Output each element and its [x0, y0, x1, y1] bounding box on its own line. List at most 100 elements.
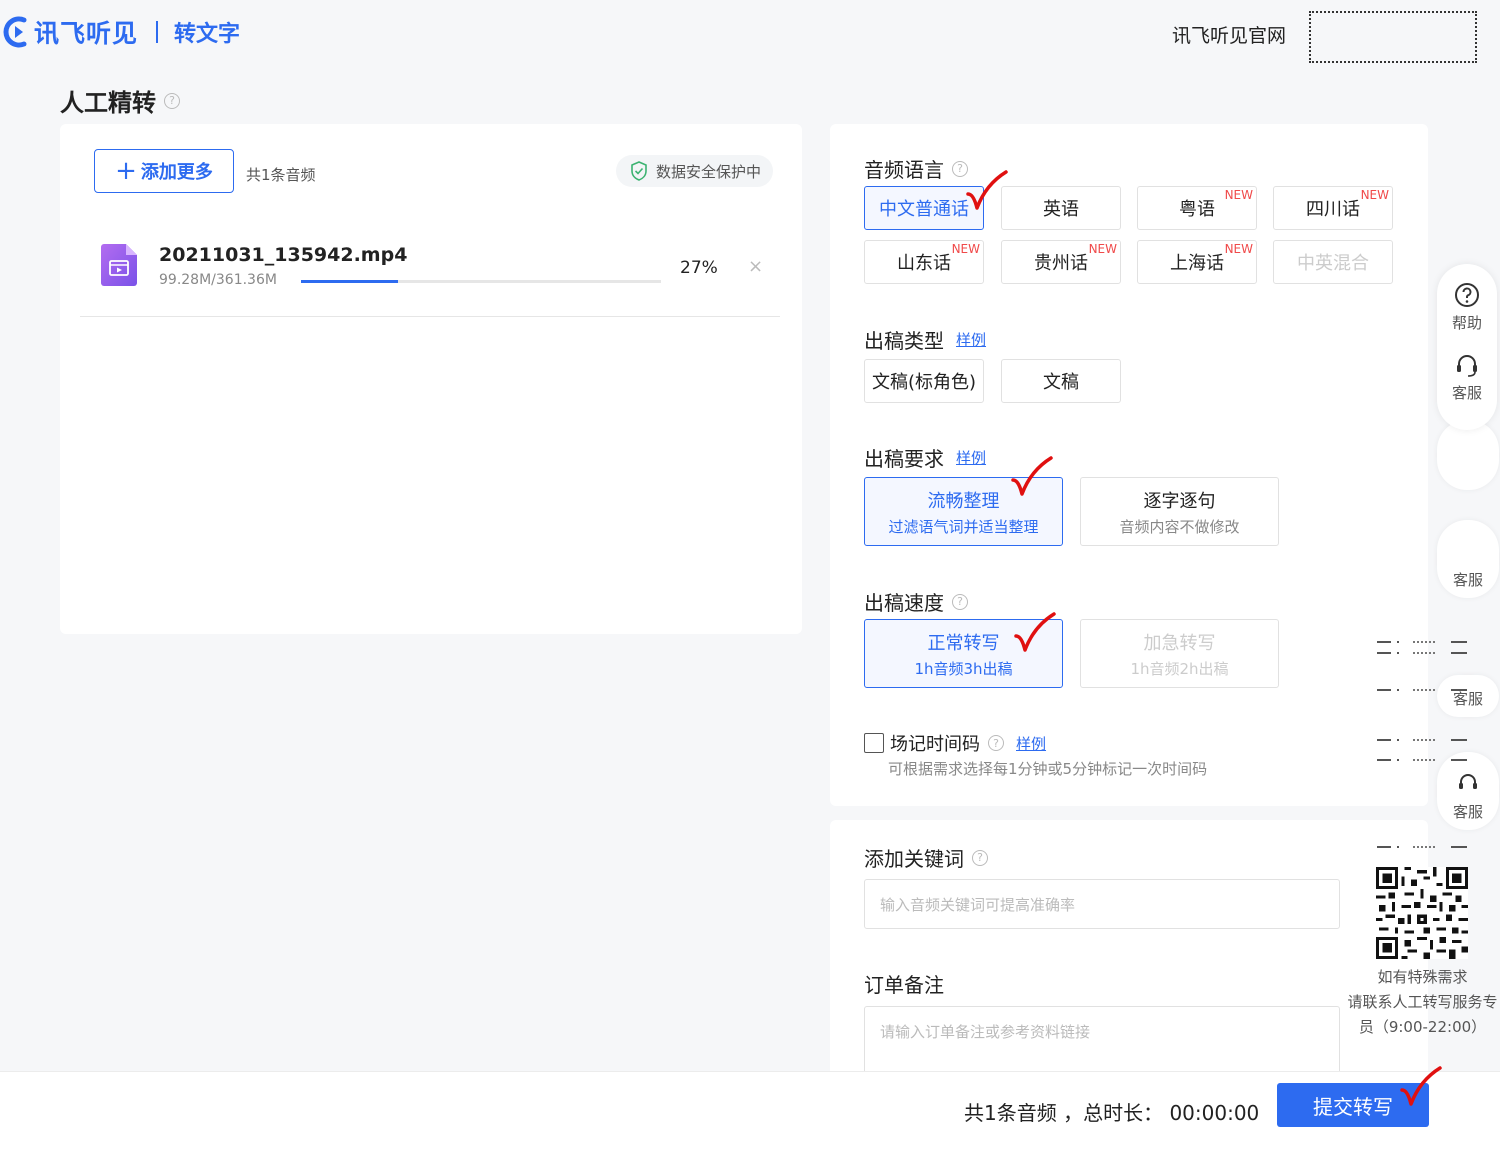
divider — [1377, 689, 1467, 691]
help-button[interactable]: 帮助 — [1437, 282, 1497, 333]
help-icon[interactable]: ? — [164, 92, 180, 109]
divider — [1377, 739, 1467, 741]
new-badge: NEW — [1224, 242, 1253, 256]
keywords-input[interactable]: 输入音频关键词可提高准确率 — [864, 879, 1340, 929]
submit-button[interactable]: 提交转写 — [1277, 1083, 1429, 1127]
new-badge: NEW — [951, 242, 980, 256]
help-icon[interactable]: ? — [952, 160, 968, 177]
lang-option-label: 四川话 — [1306, 199, 1360, 220]
lang-option-label: 中英混合 — [1297, 253, 1369, 274]
speed-normal[interactable]: 正常转写 1h音频3h出稿 — [864, 619, 1063, 688]
output-type-option-label: 文稿 — [1043, 372, 1079, 393]
page-title-text: 人工精转 — [60, 89, 156, 117]
timecode-checkbox[interactable] — [864, 733, 884, 753]
help-icon[interactable]: ? — [952, 593, 968, 610]
output-speed-label: 出稿速度 — [864, 591, 944, 615]
lang-option-sichuanese[interactable]: 四川话 NEW — [1273, 186, 1393, 230]
requirement-fluent[interactable]: 流畅整理 过滤语气词并适当整理 — [864, 477, 1063, 546]
header: 讯飞听见 转文字 讯飞听见官网 — [0, 0, 1500, 70]
service-button[interactable]: 客服 — [1437, 352, 1497, 403]
speed-urgent[interactable]: 加急转写 1h音频2h出稿 — [1080, 619, 1279, 688]
service-ghost-button[interactable]: 客服 — [1437, 752, 1499, 830]
security-badge: 数据安全保护中 — [616, 155, 774, 187]
output-type-label: 出稿类型 — [864, 329, 944, 353]
lang-option-label: 中文普通话 — [879, 199, 969, 220]
extra-panel: 添加关键词 ? 输入音频关键词可提高准确率 订单备注 请输入订单备注或参考资料链… — [830, 820, 1428, 1080]
service-ghost-button[interactable]: 客服 — [1437, 675, 1499, 717]
remove-file-icon[interactable]: × — [748, 256, 763, 277]
service-ghost-label: 客服 — [1452, 690, 1483, 708]
qr-code[interactable] — [1376, 867, 1468, 959]
lang-option-shandong[interactable]: 山东话 NEW — [864, 240, 984, 284]
option-title: 逐字逐句 — [1143, 490, 1216, 512]
file-item: 20211031_135942.mp4 99.28M/361.36M 27% × — [80, 216, 780, 317]
output-type-title: 出稿类型 样例 — [864, 325, 986, 354]
qr-caption-line: 请联系人工转写服务专 — [1347, 993, 1498, 1011]
headset-icon — [1457, 355, 1477, 377]
user-area[interactable] — [1309, 11, 1477, 63]
new-badge: NEW — [1088, 242, 1117, 256]
output-type-role[interactable]: 文稿(标角色) — [864, 359, 984, 403]
order-summary: 共1条音频 ，总时长： 00:00:00 — [964, 1101, 1260, 1125]
keywords-title: 添加关键词 ? — [864, 843, 988, 872]
shield-check-icon — [631, 161, 647, 181]
service-ghost-label: 客服 — [1452, 803, 1483, 821]
audio-count: 共1条音频 — [246, 166, 316, 184]
file-size: 99.28M/361.36M — [159, 272, 277, 288]
divider — [1377, 641, 1467, 643]
plus-icon: + — [115, 156, 137, 186]
lang-option-english[interactable]: 英语 — [1001, 186, 1121, 230]
output-requirement-sample-link[interactable]: 样例 — [956, 447, 986, 468]
upload-progress-fill — [301, 280, 399, 283]
lang-option-shanghainese[interactable]: 上海话 NEW — [1137, 240, 1257, 284]
option-title: 流畅整理 — [927, 490, 1000, 512]
side-toolbar: 帮助 客服 — [1437, 264, 1497, 430]
divider — [1377, 759, 1467, 761]
keywords-label: 添加关键词 — [864, 847, 964, 871]
timecode-label: 场记时间码 — [890, 734, 980, 755]
upload-progress-bar — [301, 280, 661, 283]
logo-mark-icon — [3, 16, 27, 48]
lang-option-guizhou[interactable]: 贵州话 NEW — [1001, 240, 1121, 284]
upload-progress-percent: 27% — [680, 258, 718, 278]
lang-option-label: 山东话 — [897, 253, 951, 274]
upload-panel: + 添加更多 共1条音频 数据安全保护中 20211031_135942.mp4… — [60, 124, 802, 634]
qr-caption-line: 员（9:00-22:00） — [1358, 1018, 1487, 1036]
remark-input[interactable]: 请输入订单备注或参考资料链接 — [864, 1006, 1340, 1080]
logo-divider — [156, 21, 159, 43]
add-more-button[interactable]: + 添加更多 — [94, 149, 234, 193]
option-subtitle: 过滤语气词并适当整理 — [888, 517, 1039, 536]
help-icon[interactable]: ? — [972, 849, 988, 866]
option-title: 加急转写 — [1143, 632, 1216, 654]
help-icon[interactable]: ? — [988, 735, 1004, 751]
lang-option-cantonese[interactable]: 粤语 NEW — [1137, 186, 1257, 230]
new-badge: NEW — [1360, 188, 1389, 202]
timecode-sample-link[interactable]: 样例 — [1016, 733, 1046, 754]
lang-option-mixed[interactable]: 中英混合 — [1273, 240, 1393, 284]
lang-option-mandarin[interactable]: 中文普通话 — [864, 186, 984, 230]
submit-label: 提交转写 — [1313, 1094, 1393, 1119]
option-subtitle: 音频内容不做修改 — [1119, 517, 1240, 536]
video-file-icon — [101, 244, 137, 286]
option-subtitle: 1h音频2h出稿 — [1130, 659, 1229, 678]
new-badge: NEW — [1224, 188, 1253, 202]
output-requirement-title: 出稿要求 样例 — [864, 443, 986, 472]
requirement-verbatim[interactable]: 逐字逐句 音频内容不做修改 — [1080, 477, 1279, 546]
logo-text: 讯飞听见 — [34, 19, 139, 48]
output-type-sample-link[interactable]: 样例 — [956, 329, 986, 350]
output-speed-title: 出稿速度 ? — [864, 587, 968, 616]
output-type-plain[interactable]: 文稿 — [1001, 359, 1121, 403]
footer-bar: 共1条音频 ，总时长： 00:00:00 提交转写 — [0, 1071, 1500, 1163]
headset-icon — [1459, 774, 1477, 789]
service-ghost-label: 客服 — [1452, 571, 1483, 589]
lang-option-label: 英语 — [1043, 199, 1079, 220]
output-requirement-label: 出稿要求 — [864, 447, 944, 471]
remark-label: 订单备注 — [864, 973, 944, 997]
question-circle-icon — [1455, 283, 1479, 307]
service-ghost — [1437, 420, 1499, 490]
logo[interactable]: 讯飞听见 转文字 — [2, 12, 240, 52]
official-site-link[interactable]: 讯飞听见官网 — [1172, 21, 1286, 48]
divider — [1377, 652, 1467, 654]
qr-caption-line: 如有特殊需求 — [1377, 968, 1468, 986]
service-ghost-button[interactable]: 客服 — [1437, 520, 1499, 598]
